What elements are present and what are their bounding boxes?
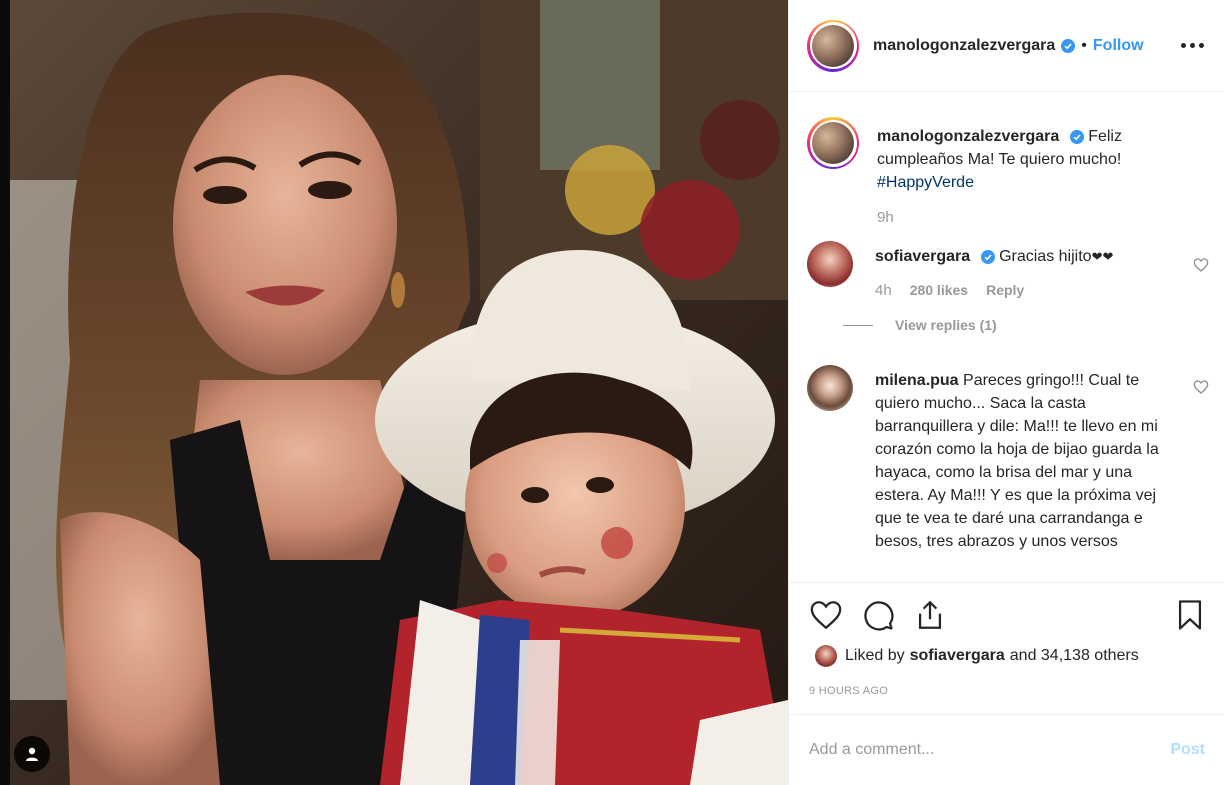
comment-meta: 4h 280 likes Reply [875, 279, 1165, 302]
commenter-avatar[interactable] [807, 241, 853, 287]
post-caption: manologonzalezvergara Feliz cumpleaños M… [807, 117, 1207, 194]
verified-badge-icon [1061, 38, 1076, 53]
add-comment-section: Post [789, 714, 1224, 785]
comment-likes[interactable]: 280 likes [910, 279, 968, 302]
post-details-panel: manologonzalezvergara • Follow manologon… [788, 0, 1224, 785]
replies-line [843, 325, 873, 326]
comment-item: sofiavergara Gracias hijito❤❤ 4h 280 lik… [807, 241, 1209, 337]
post-comment-button[interactable]: Post [1170, 741, 1205, 759]
comment-icon[interactable] [861, 598, 895, 632]
photo-edge [0, 0, 10, 785]
commenter-username[interactable]: sofiavergara [875, 248, 970, 265]
view-replies-button[interactable]: View replies (1) [843, 314, 1165, 337]
post-image [0, 0, 788, 785]
comment-emoji: ❤❤ [1091, 250, 1114, 265]
comment-item: milena.pua Pareces gringo!!! Cual te qui… [807, 365, 1209, 553]
comments-list[interactable]: manologonzalezvergara Feliz cumpleaños M… [789, 93, 1224, 581]
user-tag-button[interactable] [14, 736, 50, 772]
view-replies-label: View replies (1) [895, 317, 997, 333]
caption-time[interactable]: 9h [877, 209, 894, 226]
comment-body: sofiavergara Gracias hijito❤❤ 4h 280 lik… [843, 241, 1165, 337]
commenter-avatar[interactable] [807, 365, 853, 411]
action-bar [809, 597, 1207, 633]
liked-by-avatar[interactable] [815, 645, 837, 667]
follow-button[interactable]: Follow [1093, 37, 1144, 55]
post-timestamp[interactable]: 9 HOURS AGO [809, 685, 888, 697]
post-photo[interactable] [0, 0, 788, 785]
author-avatar-image [812, 24, 854, 67]
verified-badge-icon [1069, 130, 1084, 144]
author-username[interactable]: manologonzalezvergara [873, 37, 1055, 55]
comment-like-heart-icon[interactable] [1193, 257, 1209, 273]
user-tag-icon [26, 747, 38, 761]
header-separator: • [1081, 36, 1087, 54]
caption-username[interactable]: manologonzalezvergara [877, 128, 1059, 145]
verified-badge-icon [980, 250, 995, 264]
comment-like-heart-icon[interactable] [1193, 379, 1209, 395]
liked-by-user[interactable]: sofiavergara [910, 647, 1005, 665]
comment-text: Gracias hijito [999, 248, 1092, 265]
bookmark-icon[interactable] [1173, 598, 1207, 632]
caption-avatar-image [812, 122, 854, 164]
heart-icon[interactable] [809, 598, 843, 632]
reply-button[interactable]: Reply [986, 279, 1024, 302]
more-options-icon[interactable] [1181, 37, 1204, 54]
commenter-username[interactable]: milena.pua [875, 372, 959, 389]
caption-text: manologonzalezvergara Feliz cumpleaños M… [877, 117, 1177, 194]
post-header: manologonzalezvergara • Follow [789, 0, 1224, 92]
comment-body: milena.pua Pareces gringo!!! Cual te qui… [875, 365, 1165, 553]
post-actions: Liked by sofiavergara and 34,138 others … [789, 582, 1224, 714]
caption-avatar[interactable] [807, 117, 859, 169]
comment-input[interactable] [809, 741, 1171, 759]
liked-by-suffix[interactable]: and 34,138 others [1010, 647, 1139, 665]
caption-hashtag[interactable]: #HappyVerde [877, 174, 974, 191]
likes-summary: Liked by sofiavergara and 34,138 others [815, 645, 1139, 667]
liked-by-prefix: Liked by [845, 647, 905, 664]
share-icon[interactable] [913, 598, 947, 632]
comment-time[interactable]: 4h [875, 279, 892, 302]
author-avatar[interactable] [807, 19, 859, 72]
comment-text: Pareces gringo!!! Cual te quiero mucho..… [875, 372, 1159, 550]
